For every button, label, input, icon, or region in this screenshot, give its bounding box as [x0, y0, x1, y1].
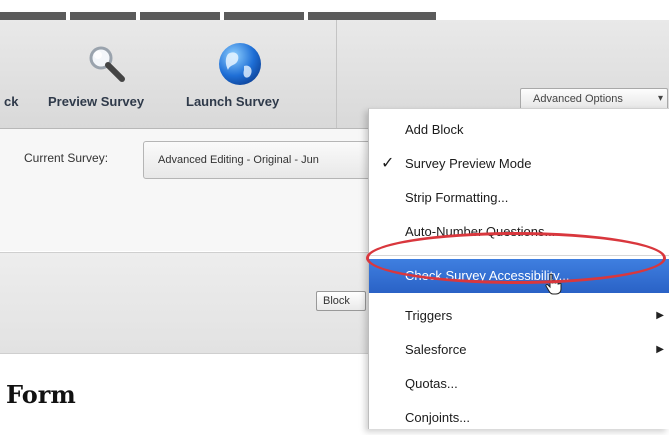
submenu-arrow-icon: ▶ — [656, 344, 664, 355]
launch-survey-label: Launch Survey — [186, 94, 280, 109]
block-button[interactable]: Block — [316, 291, 366, 311]
menu-item-salesforce[interactable]: Salesforce ▶ — [369, 333, 669, 367]
chevron-down-icon: ▾ — [657, 93, 663, 104]
menu-item-label: Auto-Number Questions... — [405, 224, 556, 239]
menu-item-strip-formatting[interactable]: Strip Formatting... — [369, 181, 669, 215]
menu-item-triggers[interactable]: Triggers ▶ — [369, 299, 669, 333]
tab-3[interactable] — [140, 12, 220, 20]
top-tab-strip — [0, 0, 669, 20]
tab-1[interactable] — [0, 12, 66, 20]
current-survey-label: Current Survey: — [24, 151, 109, 165]
current-survey-select[interactable]: Advanced Editing - Original - Jun — [143, 141, 383, 179]
menu-item-check-survey-accessibility[interactable]: Check Survey Accessibility... — [369, 259, 669, 295]
tab-4[interactable] — [224, 12, 304, 20]
menu-item-label: Add Block — [405, 122, 464, 137]
partial-tool-label[interactable]: ck — [4, 94, 18, 109]
menu-item-quotas[interactable]: Quotas... — [369, 367, 669, 401]
menu-item-auto-number-questions[interactable]: Auto-Number Questions... — [369, 215, 669, 249]
advanced-options-label: Advanced Options — [533, 93, 623, 105]
tab-2[interactable] — [70, 12, 136, 20]
magnifier-icon — [89, 46, 125, 82]
menu-item-label: Triggers — [405, 308, 453, 323]
globe-icon — [219, 43, 261, 85]
submenu-arrow-icon: ▶ — [656, 310, 664, 321]
menu-separator — [369, 255, 669, 256]
form-title: Form — [6, 380, 76, 409]
menu-item-label: Survey Preview Mode — [405, 156, 532, 171]
advanced-options-button[interactable]: Advanced Options ▾ — [520, 88, 668, 110]
checkmark-icon: ✓ — [381, 155, 395, 172]
menu-item-label: Conjoints... — [405, 410, 471, 425]
menu-item-conjoints[interactable]: Conjoints... — [369, 401, 669, 435]
tab-5[interactable] — [308, 12, 436, 20]
hand-cursor-icon — [545, 273, 562, 295]
menu-item-label: Strip Formatting... — [405, 190, 509, 205]
menu-item-label: Salesforce — [405, 342, 467, 357]
advanced-options-menu: Add Block ✓ Survey Preview Mode Strip Fo… — [368, 108, 669, 429]
menu-item-survey-preview-mode[interactable]: ✓ Survey Preview Mode — [369, 147, 669, 181]
toolbar-divider — [336, 20, 337, 128]
menu-item-add-block[interactable]: Add Block — [369, 113, 669, 147]
preview-survey-label: Preview Survey — [48, 94, 145, 109]
menu-item-label: Quotas... — [405, 376, 458, 391]
